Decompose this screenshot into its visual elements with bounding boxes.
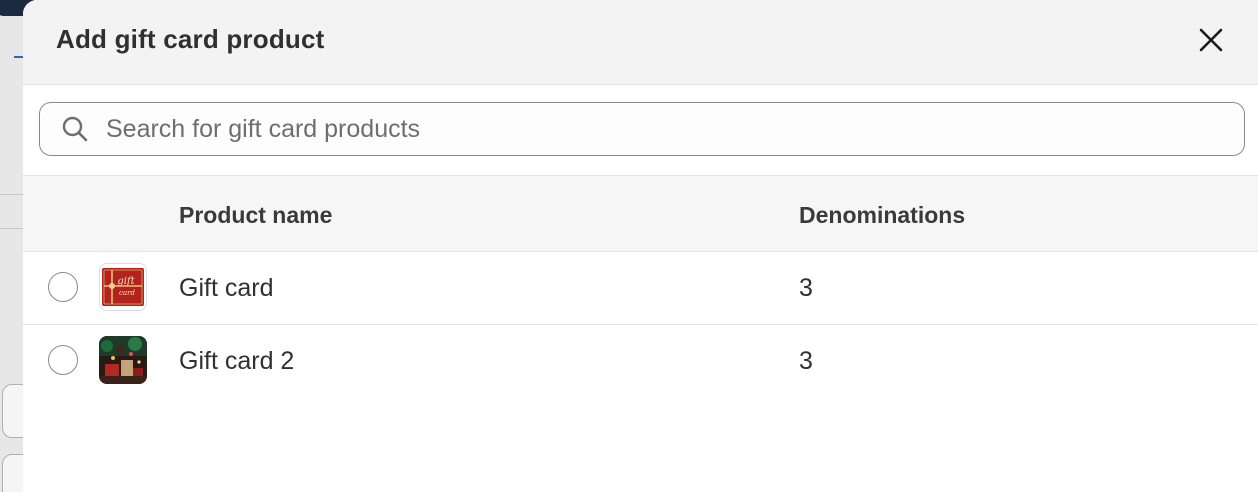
add-gift-card-product-modal: Add gift card product Product name Denom… [23,0,1258,492]
modal-header: Add gift card product [23,0,1258,85]
close-icon [1199,28,1223,52]
close-button[interactable] [1194,23,1228,57]
product-name: Gift card [179,274,274,302]
product-denominations: 3 [799,274,813,302]
table-row[interactable]: Gift card 2 3 [23,325,1258,397]
svg-text:gift: gift [117,276,135,287]
search-icon [60,114,90,144]
product-name: Gift card 2 [179,347,295,375]
product-thumbnail: gift card [99,263,147,311]
column-header-denominations: Denominations [799,202,966,228]
search-input[interactable] [104,113,1208,145]
row-radio-button[interactable] [48,272,78,302]
column-header-product-name: Product name [179,202,333,228]
modal-title: Add gift card product [56,24,325,54]
table-header: Product name Denominations [23,176,1258,252]
table-row[interactable]: gift card Gift card 3 [23,252,1258,325]
gift-card-image: gift card [102,268,144,306]
search-section [23,85,1258,176]
row-radio-button[interactable] [48,345,78,375]
product-denominations: 3 [799,347,813,375]
svg-text:card: card [119,289,135,297]
search-field[interactable] [39,102,1245,156]
product-thumbnail [99,336,147,384]
gift-card-2-image [99,336,147,384]
